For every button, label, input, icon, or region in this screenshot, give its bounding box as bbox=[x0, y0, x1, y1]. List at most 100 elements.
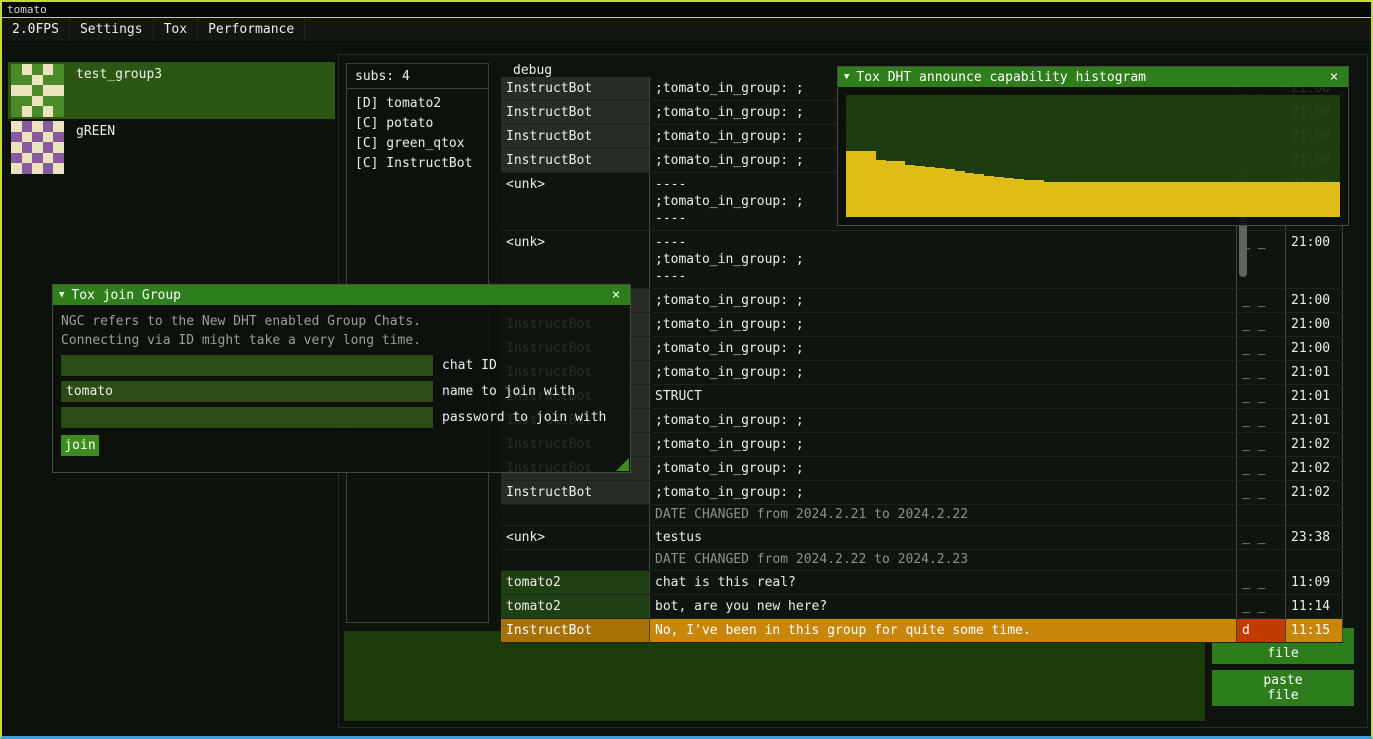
menu-item-settings[interactable]: Settings bbox=[70, 18, 154, 41]
date-row[interactable]: DATE CHANGED from 2024.2.21 to 2024.2.22 bbox=[501, 505, 1343, 526]
menu-item-performance[interactable]: Performance bbox=[198, 18, 305, 41]
avatar-pixel bbox=[32, 142, 43, 153]
close-icon[interactable]: × bbox=[608, 287, 624, 303]
avatar-pixel bbox=[11, 132, 22, 143]
message-status-flags: _ _ bbox=[1237, 481, 1286, 504]
histogram-bar bbox=[1014, 179, 1024, 217]
sender-name: InstructBot bbox=[501, 125, 650, 148]
collapse-arrow-icon[interactable]: ▼ bbox=[844, 72, 849, 82]
histogram-plot bbox=[846, 95, 1340, 217]
member-item[interactable]: [D] tomato2 bbox=[347, 94, 488, 114]
join-button[interactable]: join bbox=[61, 435, 99, 456]
app-window: tomato 2.0FPS SettingsToxPerformance tes… bbox=[0, 0, 1373, 739]
histogram-bar bbox=[1083, 182, 1093, 217]
fps-counter: 2.0FPS bbox=[2, 18, 70, 41]
avatar-pixel bbox=[53, 142, 64, 153]
join-input-label: chat ID bbox=[442, 358, 497, 373]
histogram-bar bbox=[1004, 178, 1014, 217]
histogram-bar bbox=[1182, 182, 1192, 217]
message-status-flags: _ _ bbox=[1237, 289, 1286, 312]
avatar-pixel bbox=[32, 64, 43, 75]
avatar-pixel bbox=[22, 64, 33, 75]
join-window-title: Tox join Group bbox=[71, 288, 608, 303]
menu-item-tox[interactable]: Tox bbox=[154, 18, 198, 41]
join-field-row: tomato name to join with bbox=[61, 381, 622, 402]
message-text: ;tomato_in_group: ; bbox=[650, 409, 1237, 432]
chat-input[interactable] bbox=[343, 630, 1206, 722]
avatar-pixel bbox=[53, 163, 64, 174]
histogram-bar bbox=[955, 171, 965, 217]
histogram-bar bbox=[1123, 182, 1133, 217]
member-item[interactable]: [C] InstructBot bbox=[347, 154, 488, 174]
avatar-pixel bbox=[22, 153, 33, 164]
join-window-titlebar[interactable]: ▼ Tox join Group × bbox=[53, 285, 630, 305]
sender-name: tomato2 bbox=[501, 571, 650, 594]
message-status-flags: _ _ bbox=[1237, 361, 1286, 384]
message-time: 21:00 bbox=[1286, 313, 1343, 336]
avatar-pixel bbox=[32, 163, 43, 174]
close-icon[interactable]: × bbox=[1326, 69, 1342, 85]
sender-name bbox=[501, 550, 650, 570]
paste-file-button[interactable]: paste file bbox=[1212, 670, 1354, 706]
message-row[interactable]: InstructBotNo, I've been in this group f… bbox=[501, 619, 1343, 643]
dht-histogram-window: ▼ Tox DHT announce capability histogram … bbox=[837, 66, 1349, 226]
avatar-pixel bbox=[11, 64, 22, 75]
divider bbox=[347, 88, 488, 89]
join-fields: chat ID tomato name to join with password t… bbox=[53, 355, 630, 428]
message-text: ;tomato_in_group: ; bbox=[650, 457, 1237, 480]
subs-header: subs: 4 bbox=[347, 69, 488, 88]
avatar-pixel bbox=[22, 163, 33, 174]
histogram-bar bbox=[1142, 182, 1152, 217]
histogram-bar bbox=[876, 160, 886, 217]
message-row[interactable]: InstructBot;tomato_in_group: ;_ _21:02 bbox=[501, 481, 1343, 505]
group-item-test_group3[interactable]: test_group3 bbox=[8, 62, 335, 119]
histogram-window-title: Tox DHT announce capability histogram bbox=[856, 70, 1326, 85]
message-text: No, I've been in this group for quite so… bbox=[650, 619, 1237, 642]
histogram-bar bbox=[925, 167, 935, 217]
avatar-pixel bbox=[11, 96, 22, 107]
collapse-arrow-icon[interactable]: ▼ bbox=[59, 290, 64, 300]
histogram-window-titlebar[interactable]: ▼ Tox DHT announce capability histogram … bbox=[838, 67, 1348, 87]
group-item-gREEN[interactable]: gREEN bbox=[8, 119, 335, 176]
avatar-pixel bbox=[22, 132, 33, 143]
message-time bbox=[1286, 505, 1343, 525]
date-row[interactable]: DATE CHANGED from 2024.2.22 to 2024.2.23 bbox=[501, 550, 1343, 571]
join-field-row: password to join with bbox=[61, 407, 622, 428]
histogram-bar bbox=[1172, 182, 1182, 217]
avatar-pixel bbox=[53, 96, 64, 107]
message-text: ;tomato_in_group: ; bbox=[650, 361, 1237, 384]
message-status-flags: _ _ bbox=[1237, 337, 1286, 360]
histogram-bar bbox=[1271, 182, 1281, 217]
message-time: 21:00 bbox=[1286, 289, 1343, 312]
avatar-pixel bbox=[32, 121, 43, 132]
histogram-bar bbox=[846, 151, 856, 217]
member-item[interactable]: [C] potato bbox=[347, 114, 488, 134]
os-titlebar[interactable]: tomato bbox=[2, 2, 1371, 18]
avatar-pixel bbox=[43, 85, 54, 96]
join-input-name-to-join-with[interactable]: tomato bbox=[61, 381, 433, 402]
join-group-window: ▼ Tox join Group × NGC refers to the New… bbox=[52, 284, 631, 473]
avatar-pixel bbox=[43, 106, 54, 117]
avatar-pixel bbox=[53, 75, 64, 86]
member-item[interactable]: [C] green_qtox bbox=[347, 134, 488, 154]
message-row[interactable]: tomato2chat is this real?_ _11:09 bbox=[501, 571, 1343, 595]
message-row[interactable]: tomato2bot, are you new here?_ _11:14 bbox=[501, 595, 1343, 619]
histogram-bar bbox=[935, 168, 945, 217]
avatar-pixel bbox=[22, 96, 33, 107]
message-row[interactable]: <unk>---- ;tomato_in_group: ; ----_ _21:… bbox=[501, 231, 1343, 289]
join-input-label: name to join with bbox=[442, 384, 575, 399]
avatar-pixel bbox=[53, 153, 64, 164]
group-list: test_group3gREEN bbox=[8, 62, 335, 176]
message-text: ;tomato_in_group: ; bbox=[650, 289, 1237, 312]
avatar-pixel bbox=[43, 132, 54, 143]
histogram-bar bbox=[1103, 182, 1113, 217]
join-input-chat-ID[interactable] bbox=[61, 355, 433, 376]
join-input-password-to-join-with[interactable] bbox=[61, 407, 433, 428]
histogram-bar bbox=[1261, 182, 1271, 217]
resize-grip[interactable] bbox=[616, 458, 629, 471]
sender-name: InstructBot bbox=[501, 77, 650, 100]
message-row[interactable]: <unk>testus_ _23:38 bbox=[501, 526, 1343, 550]
histogram-bar bbox=[1202, 182, 1212, 217]
message-text: ;tomato_in_group: ; bbox=[650, 337, 1237, 360]
avatar-pixel bbox=[43, 64, 54, 75]
